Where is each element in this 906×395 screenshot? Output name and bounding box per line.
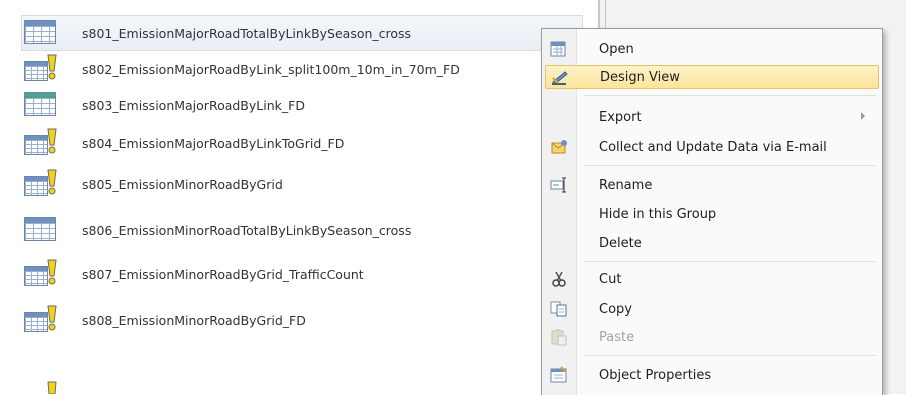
action-query-icon: [22, 258, 60, 290]
rename-icon: [545, 175, 573, 195]
hide-icon: [545, 204, 573, 224]
action-query-icon: [22, 168, 60, 200]
menu-item-cut[interactable]: Cut: [545, 267, 879, 291]
nav-item-label: s804_EmissionMajorRoadByLinkToGrid_FD: [82, 135, 345, 151]
menu-separator: [584, 355, 876, 356]
nav-item-s807[interactable]: s807_EmissionMinorRoadByGrid_TrafficCoun…: [22, 257, 582, 291]
context-menu: Open Design View Export Collect and Upda…: [541, 28, 883, 395]
menu-item-design-view[interactable]: Design View: [545, 65, 879, 89]
properties-icon: [545, 365, 573, 385]
nav-item-label: s807_EmissionMinorRoadByGrid_TrafficCoun…: [82, 266, 364, 282]
action-query-icon: [22, 127, 60, 159]
menu-separator: [584, 261, 876, 262]
menu-item-copy[interactable]: Copy: [545, 297, 879, 321]
nav-item-label: s808_EmissionMinorRoadByGrid_FD: [82, 312, 306, 328]
menu-item-open[interactable]: Open: [545, 37, 879, 61]
delete-icon: [545, 233, 573, 253]
nav-item-s801[interactable]: s801_EmissionMajorRoadTotalByLinkBySeaso…: [21, 15, 583, 51]
nav-item-s805[interactable]: s805_EmissionMinorRoadByGrid: [22, 167, 582, 201]
navigation-pane: s801_EmissionMajorRoadTotalByLinkBySeaso…: [0, 0, 600, 394]
nav-item-label: s803_EmissionMajorRoadByLink_FD: [82, 97, 305, 113]
export-icon: [545, 107, 573, 127]
design-view-icon: [546, 67, 574, 87]
menu-item-collect-update[interactable]: Collect and Update Data via E-mail: [545, 135, 879, 159]
nav-item-label: s802_EmissionMajorRoadByLink_split100m_1…: [82, 61, 460, 77]
action-query-icon: [22, 304, 60, 336]
action-query-icon: [22, 53, 60, 85]
menu-separator: [584, 165, 876, 166]
open-icon: [545, 39, 573, 59]
scissors-icon: [545, 269, 573, 289]
nav-item-label: s801_EmissionMajorRoadTotalByLinkBySeaso…: [82, 25, 412, 41]
submenu-arrow-icon: [861, 112, 865, 120]
crosstab-table-icon: [22, 214, 60, 246]
nav-item-s803[interactable]: s803_EmissionMajorRoadByLink_FD: [22, 88, 582, 122]
nav-item-label: s805_EmissionMinorRoadByGrid: [82, 176, 283, 192]
nav-item-s802[interactable]: s802_EmissionMajorRoadByLink_split100m_1…: [22, 52, 582, 86]
crosstab-table-icon: [22, 17, 60, 49]
menu-item-paste[interactable]: Paste: [545, 325, 879, 349]
copy-icon: [545, 299, 573, 319]
nav-item-s806[interactable]: s806_EmissionMinorRoadTotalByLinkBySeaso…: [22, 213, 582, 247]
menu-item-export[interactable]: Export: [545, 105, 879, 129]
collect-data-icon: [545, 137, 573, 157]
action-query-icon: [47, 381, 57, 394]
nav-item-label: s806_EmissionMinorRoadTotalByLinkBySeaso…: [82, 222, 412, 238]
nav-item-s808[interactable]: s808_EmissionMinorRoadByGrid_FD: [22, 303, 582, 337]
make-table-icon: [22, 89, 60, 121]
nav-item-s804[interactable]: s804_EmissionMajorRoadByLinkToGrid_FD: [22, 126, 582, 160]
menu-item-rename[interactable]: Rename: [545, 173, 879, 197]
menu-item-hide[interactable]: Hide in this Group: [545, 202, 879, 226]
menu-separator: [584, 95, 876, 96]
paste-icon: [545, 327, 573, 347]
menu-item-delete[interactable]: Delete: [545, 231, 879, 255]
menu-item-object-properties[interactable]: Object Properties: [545, 363, 879, 387]
